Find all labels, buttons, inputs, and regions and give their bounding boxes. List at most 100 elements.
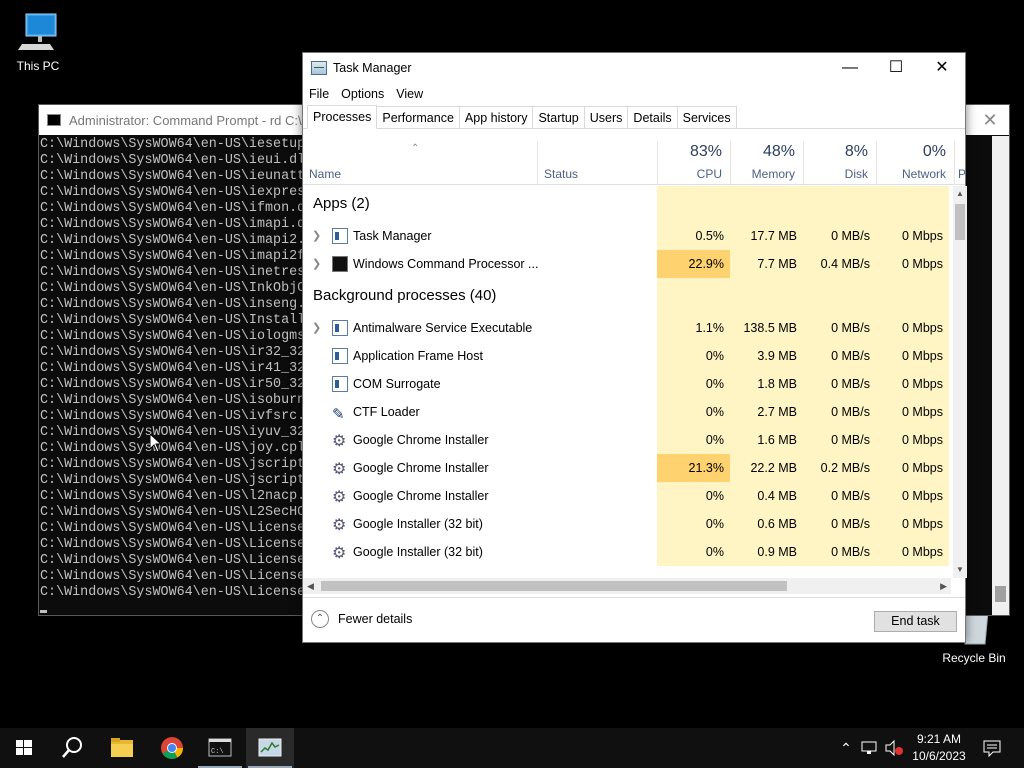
process-list-vscrollbar[interactable]: ▲ ▼ bbox=[953, 186, 967, 578]
start-button[interactable] bbox=[0, 728, 48, 768]
column-power[interactable]: P bbox=[954, 141, 965, 185]
tab-processes[interactable]: Processes bbox=[307, 105, 378, 129]
cpu-value: 0% bbox=[657, 370, 730, 398]
sort-arrow-icon: ⌃ bbox=[411, 143, 420, 154]
background-group-header[interactable]: Background processes (40) bbox=[303, 278, 951, 314]
chevron-up-icon[interactable]: ⌃ bbox=[836, 728, 856, 768]
process-list[interactable]: Apps (2) ❯ Task Manager 0.5% 17.7 MB 0 MB/s 0 … bbox=[303, 186, 951, 578]
svg-text:C:\: C:\ bbox=[211, 748, 224, 756]
column-network[interactable]: 0% Network bbox=[876, 141, 954, 185]
network-value: 0 Mbps bbox=[876, 538, 949, 566]
vscroll-thumb[interactable] bbox=[955, 204, 965, 240]
process-name: Google Installer (32 bit) bbox=[353, 517, 483, 531]
expand-chevron-icon[interactable]: ❯ bbox=[312, 222, 321, 250]
hscroll-thumb[interactable] bbox=[321, 581, 787, 591]
tab-performance[interactable]: Performance bbox=[376, 106, 460, 128]
apps-group-header[interactable]: Apps (2) bbox=[303, 186, 951, 222]
column-status[interactable]: Status bbox=[537, 141, 657, 185]
network-icon[interactable] bbox=[860, 740, 880, 756]
search-button[interactable] bbox=[48, 728, 96, 768]
minimize-button[interactable]: — bbox=[827, 53, 873, 83]
cpu-value: 0% bbox=[657, 426, 730, 454]
scroll-right-icon[interactable]: ▶ bbox=[940, 578, 947, 594]
process-name: Application Frame Host bbox=[353, 349, 483, 363]
scroll-left-icon[interactable]: ◀ bbox=[307, 578, 314, 594]
cpu-value: 0% bbox=[657, 538, 730, 566]
maximize-button[interactable]: ☐ bbox=[873, 53, 919, 83]
network-value: 0 Mbps bbox=[876, 370, 949, 398]
tab-details[interactable]: Details bbox=[627, 106, 678, 128]
volume-muted-icon[interactable] bbox=[884, 740, 904, 756]
process-row[interactable]: Google Installer (32 bit) 0%0.9 MB0 MB/s0… bbox=[303, 538, 951, 568]
disk-value: 0 MB/s bbox=[803, 314, 876, 342]
heat-cell bbox=[876, 186, 949, 222]
scroll-up-icon[interactable]: ▲ bbox=[953, 186, 967, 202]
menu-view[interactable]: View bbox=[396, 87, 423, 101]
process-row[interactable]: CTF Loader 0%2.7 MB0 MB/s0 Mbps bbox=[303, 398, 951, 429]
menu-file[interactable]: File bbox=[309, 87, 329, 101]
process-list-hscrollbar[interactable]: ◀ ▶ bbox=[303, 578, 951, 594]
tab-startup[interactable]: Startup bbox=[532, 106, 585, 128]
process-name: Google Chrome Installer bbox=[353, 461, 489, 475]
end-task-button[interactable]: End task bbox=[874, 611, 957, 632]
cmd-scrollbar-thumb[interactable] bbox=[995, 586, 1006, 602]
file-explorer-button[interactable] bbox=[98, 728, 146, 768]
disk-value: 0.4 MB/s bbox=[803, 250, 876, 278]
file-explorer-icon bbox=[111, 738, 133, 757]
process-row[interactable]: ❯ Antimalware Service Executable 1.1% 138.5… bbox=[303, 314, 951, 342]
menu-options[interactable]: Options bbox=[341, 87, 384, 101]
process-name: Google Installer (32 bit) bbox=[353, 545, 483, 559]
tab-strip: Processes Performance App history Startu… bbox=[303, 105, 965, 129]
command-prompt-taskbar-button[interactable]: C:\ bbox=[196, 728, 244, 768]
scroll-down-icon[interactable]: ▼ bbox=[953, 562, 967, 578]
task-manager-icon bbox=[332, 228, 348, 244]
process-row[interactable]: Google Chrome Installer 0%1.6 MB0 MB/s0 M… bbox=[303, 426, 951, 456]
task-manager-taskbar-button[interactable] bbox=[246, 728, 294, 768]
close-button[interactable]: ✕ bbox=[919, 53, 965, 83]
disk-value: 0.2 MB/s bbox=[803, 454, 876, 482]
memory-value: 3.9 MB bbox=[730, 342, 803, 370]
heat-cell bbox=[730, 278, 803, 314]
system-clock[interactable]: 9:21 AM 10/6/2023 bbox=[906, 731, 972, 765]
chevron-up-icon: ⌃ bbox=[311, 610, 329, 628]
process-row[interactable]: ❯ Windows Command Processor ... 22.9% 7.7 M… bbox=[303, 250, 951, 278]
process-name: Google Chrome Installer bbox=[353, 433, 489, 447]
process-name: CTF Loader bbox=[353, 405, 420, 419]
start-icon bbox=[16, 740, 32, 755]
tab-users[interactable]: Users bbox=[583, 106, 629, 128]
memory-value: 2.7 MB bbox=[730, 398, 803, 426]
fewer-details-button[interactable]: ⌃ Fewer details bbox=[311, 610, 412, 628]
tm-titlebar[interactable]: Task Manager — ☐ ✕ bbox=[303, 53, 965, 83]
disk-value: 0 MB/s bbox=[803, 222, 876, 250]
chrome-button[interactable] bbox=[148, 728, 196, 768]
clock-time: 9:21 AM bbox=[916, 732, 962, 746]
process-row[interactable]: Google Chrome Installer 21.3%22.2 MB0.2 M… bbox=[303, 454, 951, 484]
process-row[interactable]: ❯ Task Manager 0.5% 17.7 MB 0 MB/s 0 Mbps bbox=[303, 222, 951, 250]
this-pc-desktop-icon[interactable]: This PC bbox=[0, 8, 76, 73]
column-disk[interactable]: 8% Disk bbox=[803, 141, 876, 185]
app-icon bbox=[332, 348, 348, 364]
cmd-close-button[interactable]: ✕ bbox=[975, 109, 1005, 131]
disk-value: 0 MB/s bbox=[803, 426, 876, 454]
process-row[interactable]: Google Chrome Installer 0%0.4 MB0 MB/s0 M… bbox=[303, 482, 951, 512]
process-row[interactable]: Google Installer (32 bit) 0%0.6 MB0 MB/s0… bbox=[303, 510, 951, 540]
expand-chevron-icon[interactable]: ❯ bbox=[312, 314, 321, 342]
column-name[interactable]: ⌃ Name bbox=[303, 141, 537, 185]
this-pc-label: This PC bbox=[16, 59, 60, 73]
process-row[interactable]: Application Frame Host 0% 3.9 MB 0 MB/s 0 Mb… bbox=[303, 342, 951, 370]
network-value: 0 Mbps bbox=[876, 342, 949, 370]
disk-value: 0 MB/s bbox=[803, 342, 876, 370]
column-cpu[interactable]: 83% CPU bbox=[657, 141, 730, 185]
expand-chevron-icon[interactable]: ❯ bbox=[312, 250, 321, 278]
process-row[interactable]: COM Surrogate 0% 1.8 MB 0 MB/s 0 Mbps bbox=[303, 370, 951, 398]
tab-services[interactable]: Services bbox=[676, 106, 737, 128]
column-memory[interactable]: 48% Memory bbox=[730, 141, 803, 185]
memory-value: 7.7 MB bbox=[730, 250, 803, 278]
cmd-scrollbar[interactable] bbox=[992, 136, 1009, 615]
notification-icon[interactable] bbox=[982, 739, 1002, 757]
memory-value: 138.5 MB bbox=[730, 314, 803, 342]
computer-icon bbox=[18, 13, 57, 50]
memory-value: 22.2 MB bbox=[730, 454, 803, 482]
tab-app-history[interactable]: App history bbox=[458, 106, 534, 128]
task-manager-window[interactable]: Task Manager — ☐ ✕ File Options View Pro… bbox=[302, 52, 967, 643]
